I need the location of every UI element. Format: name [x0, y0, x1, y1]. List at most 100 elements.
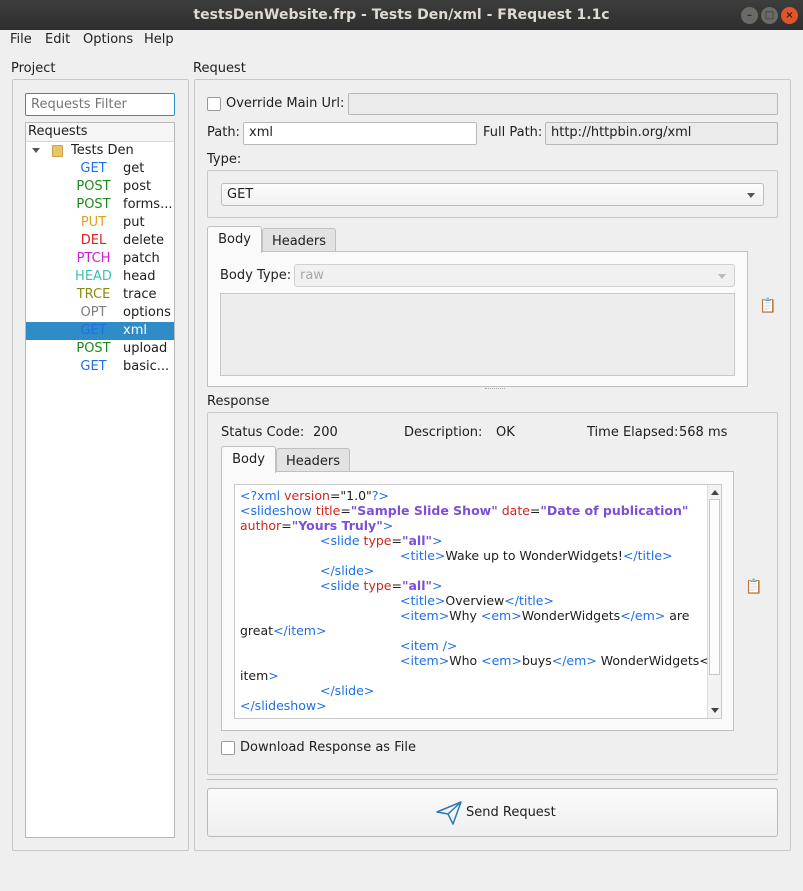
- status-code-label: Status Code:: [221, 425, 305, 440]
- request-item[interactable]: POST upload: [26, 340, 174, 358]
- method-badge: POST: [76, 341, 111, 356]
- request-item[interactable]: GET get: [26, 160, 174, 178]
- method-badge: HEAD: [75, 269, 112, 284]
- request-item[interactable]: GET xml: [26, 322, 174, 340]
- request-name: post: [123, 179, 152, 194]
- method-badge: POST: [76, 197, 111, 212]
- tab-response-headers[interactable]: Headers: [276, 448, 350, 472]
- status-code-value: 200: [313, 425, 338, 440]
- full-path-label: Full Path:: [483, 125, 543, 140]
- send-icon: [436, 801, 462, 825]
- code-line: </slideshow>: [240, 698, 327, 713]
- request-item[interactable]: OPT options: [26, 304, 174, 322]
- window-title: testsDenWebsite.frp - Tests Den/xml - FR…: [193, 7, 610, 23]
- type-select-value: GET: [227, 187, 254, 202]
- folder-icon: [52, 145, 63, 157]
- body-type-label: Body Type:: [220, 268, 292, 283]
- request-label: Request: [193, 61, 246, 76]
- path-input[interactable]: xml: [243, 122, 477, 145]
- method-badge: DEL: [80, 233, 107, 248]
- override-url-label: Override Main Url:: [226, 96, 345, 111]
- chevron-down-icon: [718, 274, 726, 279]
- time-elapsed-value: 568 ms: [679, 425, 728, 440]
- maximize-icon[interactable]: □: [761, 7, 778, 24]
- request-item[interactable]: DEL delete: [26, 232, 174, 250]
- tree-root[interactable]: Tests Den: [26, 142, 174, 160]
- menu-edit[interactable]: Edit: [45, 32, 70, 47]
- code-line: <slide type="all">: [320, 578, 443, 593]
- menu-file[interactable]: File: [10, 32, 32, 47]
- request-item[interactable]: HEAD head: [26, 268, 174, 286]
- request-name: put: [123, 215, 145, 230]
- request-name: delete: [123, 233, 164, 248]
- request-name: options: [123, 305, 171, 320]
- tree-header: Requests: [26, 123, 174, 142]
- body-type-select[interactable]: raw: [294, 264, 735, 287]
- scroll-up-icon[interactable]: [711, 490, 719, 495]
- request-name: head: [123, 269, 156, 284]
- send-request-label: Send Request: [466, 805, 556, 820]
- close-icon[interactable]: ×: [781, 7, 798, 24]
- request-item[interactable]: POST post: [26, 178, 174, 196]
- description-label: Description:: [404, 425, 483, 440]
- splitter-handle[interactable]: [485, 388, 505, 391]
- code-line: <item>Why <em>WonderWidgets</em> are: [400, 608, 690, 623]
- code-line: </slide>: [320, 563, 375, 578]
- clipboard-icon[interactable]: 📋: [759, 298, 776, 314]
- type-label: Type:: [207, 152, 242, 167]
- request-name: patch: [123, 251, 160, 266]
- requests-filter-input[interactable]: [25, 93, 175, 116]
- code-line: <slide type="all">: [320, 533, 443, 548]
- body-type-value: raw: [300, 268, 324, 283]
- response-label: Response: [207, 394, 270, 409]
- request-body-pane: Body Type: raw: [207, 251, 748, 387]
- override-url-input[interactable]: [348, 93, 778, 115]
- type-select[interactable]: GET: [221, 183, 764, 206]
- divider: [207, 779, 778, 780]
- request-name: forms...: [123, 197, 173, 212]
- method-badge: PTCH: [76, 251, 111, 266]
- menu-help[interactable]: Help: [144, 32, 174, 47]
- request-name: get: [123, 161, 145, 176]
- expand-arrow-icon[interactable]: [32, 148, 40, 153]
- full-path-input[interactable]: http://httpbin.org/xml: [545, 122, 778, 145]
- clipboard-icon[interactable]: 📋: [745, 579, 762, 595]
- menu-options[interactable]: Options: [83, 32, 133, 47]
- request-item[interactable]: TRCE trace: [26, 286, 174, 304]
- code-line: <item>Who <em>buys</em> WonderWidgets</: [400, 653, 714, 668]
- request-body-editor[interactable]: [220, 293, 735, 376]
- request-name: trace: [123, 287, 157, 302]
- method-badge: GET: [80, 323, 107, 338]
- code-line: <slideshow title="Sample Slide Show" dat…: [240, 503, 689, 518]
- response-body-pane: <?xml version="1.0"?> <slideshow title="S…: [221, 471, 734, 731]
- response-code: <?xml version="1.0"?> <slideshow title="S…: [240, 488, 714, 718]
- request-item[interactable]: GET basic...: [26, 358, 174, 376]
- code-line: <?xml version="1.0"?>: [240, 488, 389, 503]
- tab-request-body[interactable]: Body: [207, 226, 262, 253]
- chevron-down-icon: [747, 193, 755, 198]
- override-url-checkbox[interactable]: [207, 97, 221, 111]
- request-item[interactable]: POST forms...: [26, 196, 174, 214]
- method-badge: GET: [80, 359, 107, 374]
- scrollbar[interactable]: [707, 485, 721, 718]
- minimize-icon[interactable]: –: [741, 7, 758, 24]
- tree-root-label: Tests Den: [71, 143, 134, 158]
- response-body-viewer[interactable]: <?xml version="1.0"?> <slideshow title="S…: [234, 484, 722, 719]
- method-badge: GET: [80, 161, 107, 176]
- window-titlebar: testsDenWebsite.frp - Tests Den/xml - FR…: [0, 0, 803, 30]
- project-label: Project: [11, 61, 56, 76]
- request-item[interactable]: PUT put: [26, 214, 174, 232]
- tab-request-headers[interactable]: Headers: [262, 228, 336, 252]
- scrollbar-thumb[interactable]: [709, 499, 720, 675]
- request-name: upload: [123, 341, 168, 356]
- send-request-button[interactable]: Send Request: [207, 788, 778, 837]
- scroll-down-icon[interactable]: [711, 708, 719, 713]
- request-item[interactable]: PTCH patch: [26, 250, 174, 268]
- tab-response-body[interactable]: Body: [221, 446, 276, 473]
- path-label: Path:: [207, 125, 240, 140]
- code-line: <title>Overview</title>: [400, 593, 554, 608]
- method-badge: OPT: [80, 305, 107, 320]
- download-response-checkbox[interactable]: [221, 741, 235, 755]
- code-line: <item />: [400, 638, 458, 653]
- request-name: xml: [123, 323, 147, 338]
